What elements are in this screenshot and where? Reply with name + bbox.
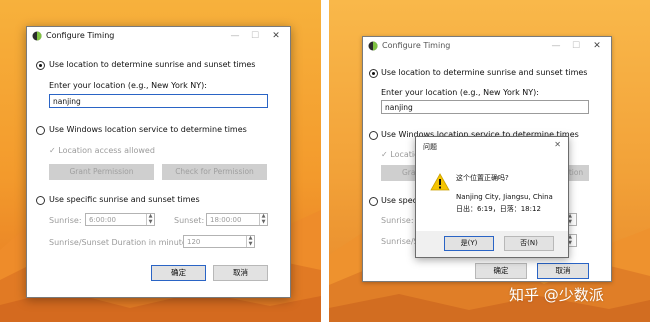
- window-title: Configure Timing: [46, 31, 115, 40]
- radio-use-location-right[interactable]: [369, 69, 378, 78]
- app-icon-right: [368, 41, 378, 51]
- radio-use-location[interactable]: [36, 61, 45, 70]
- sunset-time-input[interactable]: 18:00:00 ▲ ▼: [206, 213, 268, 226]
- sunrise-value: 6:00:00: [89, 216, 116, 224]
- minimize-button[interactable]: —: [226, 29, 244, 43]
- use-location-label-right: Use location to determine sunrise and su…: [381, 68, 588, 77]
- title-bar-right[interactable]: Configure Timing — ☐ ✕: [363, 37, 611, 55]
- dialog-question: 这个位置正确吗?: [456, 174, 509, 182]
- sunset-spinner-icon[interactable]: ▲ ▼: [259, 213, 267, 225]
- location-input[interactable]: nanjing: [49, 94, 268, 108]
- dialog-title: 问题: [423, 143, 437, 151]
- enter-location-label: Enter your location (e.g., New York NY):: [49, 81, 207, 90]
- cancel-button-right[interactable]: 取消: [537, 263, 589, 279]
- dialog-city: Nanjing City, Jiangsu, China: [456, 193, 553, 201]
- right-screenshot: Configure Timing — ☐ ✕ Use location to d…: [329, 0, 650, 322]
- enter-location-label-right: Enter your location (e.g., New York NY):: [381, 88, 539, 97]
- sunrise-label: Sunrise:: [49, 216, 82, 225]
- cancel-button[interactable]: 取消: [213, 265, 268, 281]
- app-icon: [32, 31, 42, 41]
- sunset-label: Sunset:: [174, 216, 205, 225]
- close-button-right[interactable]: ✕: [588, 39, 606, 53]
- configure-timing-window: Configure Timing — ☐ ✕ Use location to d…: [26, 26, 291, 298]
- specific-times-label: Use specific sunrise and sunset times: [49, 195, 200, 204]
- ok-button-right[interactable]: 确定: [475, 263, 527, 279]
- radio-windows-location-right[interactable]: [369, 131, 378, 140]
- dialog-times: 日出：6:19，日落：18:12: [456, 205, 541, 213]
- duration-value: 120: [187, 238, 201, 246]
- sunrise-time-input[interactable]: 6:00:00 ▲ ▼: [85, 213, 155, 226]
- dialog-footer: 是(Y) 否(N): [416, 231, 568, 257]
- watermark: 知乎 @少数派: [509, 286, 604, 304]
- maximize-button-right[interactable]: ☐: [567, 39, 585, 53]
- radio-specific-times-right[interactable]: [369, 197, 378, 206]
- duration-label: Sunrise/Sunset Duration in minutes:: [49, 238, 194, 247]
- sunset-value: 18:00:00: [210, 216, 242, 224]
- location-input-right[interactable]: nanjing: [381, 100, 589, 114]
- sunrise-label-right: Sunrise:: [381, 216, 414, 225]
- title-bar[interactable]: Configure Timing — ☐ ✕: [27, 27, 290, 45]
- dialog-close-button[interactable]: ✕: [554, 140, 561, 149]
- duration-spinner-icon[interactable]: ▲ ▼: [246, 235, 254, 247]
- left-screenshot: Configure Timing — ☐ ✕ Use location to d…: [0, 0, 321, 322]
- windows-location-label: Use Windows location service to determin…: [49, 125, 247, 134]
- window-title-right: Configure Timing: [382, 41, 451, 50]
- ok-button[interactable]: 确定: [151, 265, 206, 281]
- use-location-label: Use location to determine sunrise and su…: [49, 60, 256, 69]
- dialog-yes-button[interactable]: 是(Y): [444, 236, 494, 251]
- close-button[interactable]: ✕: [267, 29, 285, 43]
- grant-permission-button[interactable]: Grant Permission: [49, 164, 154, 180]
- location-access-status: ✓ Location access allowed: [49, 146, 155, 155]
- maximize-button[interactable]: ☐: [246, 29, 264, 43]
- location-access-status-right: ✓ Locatio: [381, 150, 420, 159]
- check-permission-button[interactable]: Check for Permission: [162, 164, 267, 180]
- radio-windows-location[interactable]: [36, 126, 45, 135]
- question-dialog: 问题 ✕ 这个位置正确吗? Nanjing City, Jiangsu, Chi…: [415, 136, 569, 258]
- duration-input[interactable]: 120 ▲ ▼: [183, 235, 255, 248]
- minimize-button-right[interactable]: —: [547, 39, 565, 53]
- radio-specific-times[interactable]: [36, 196, 45, 205]
- sunrise-spinner-icon[interactable]: ▲ ▼: [146, 213, 154, 225]
- dialog-no-button[interactable]: 否(N): [504, 236, 554, 251]
- warning-icon: [430, 173, 450, 191]
